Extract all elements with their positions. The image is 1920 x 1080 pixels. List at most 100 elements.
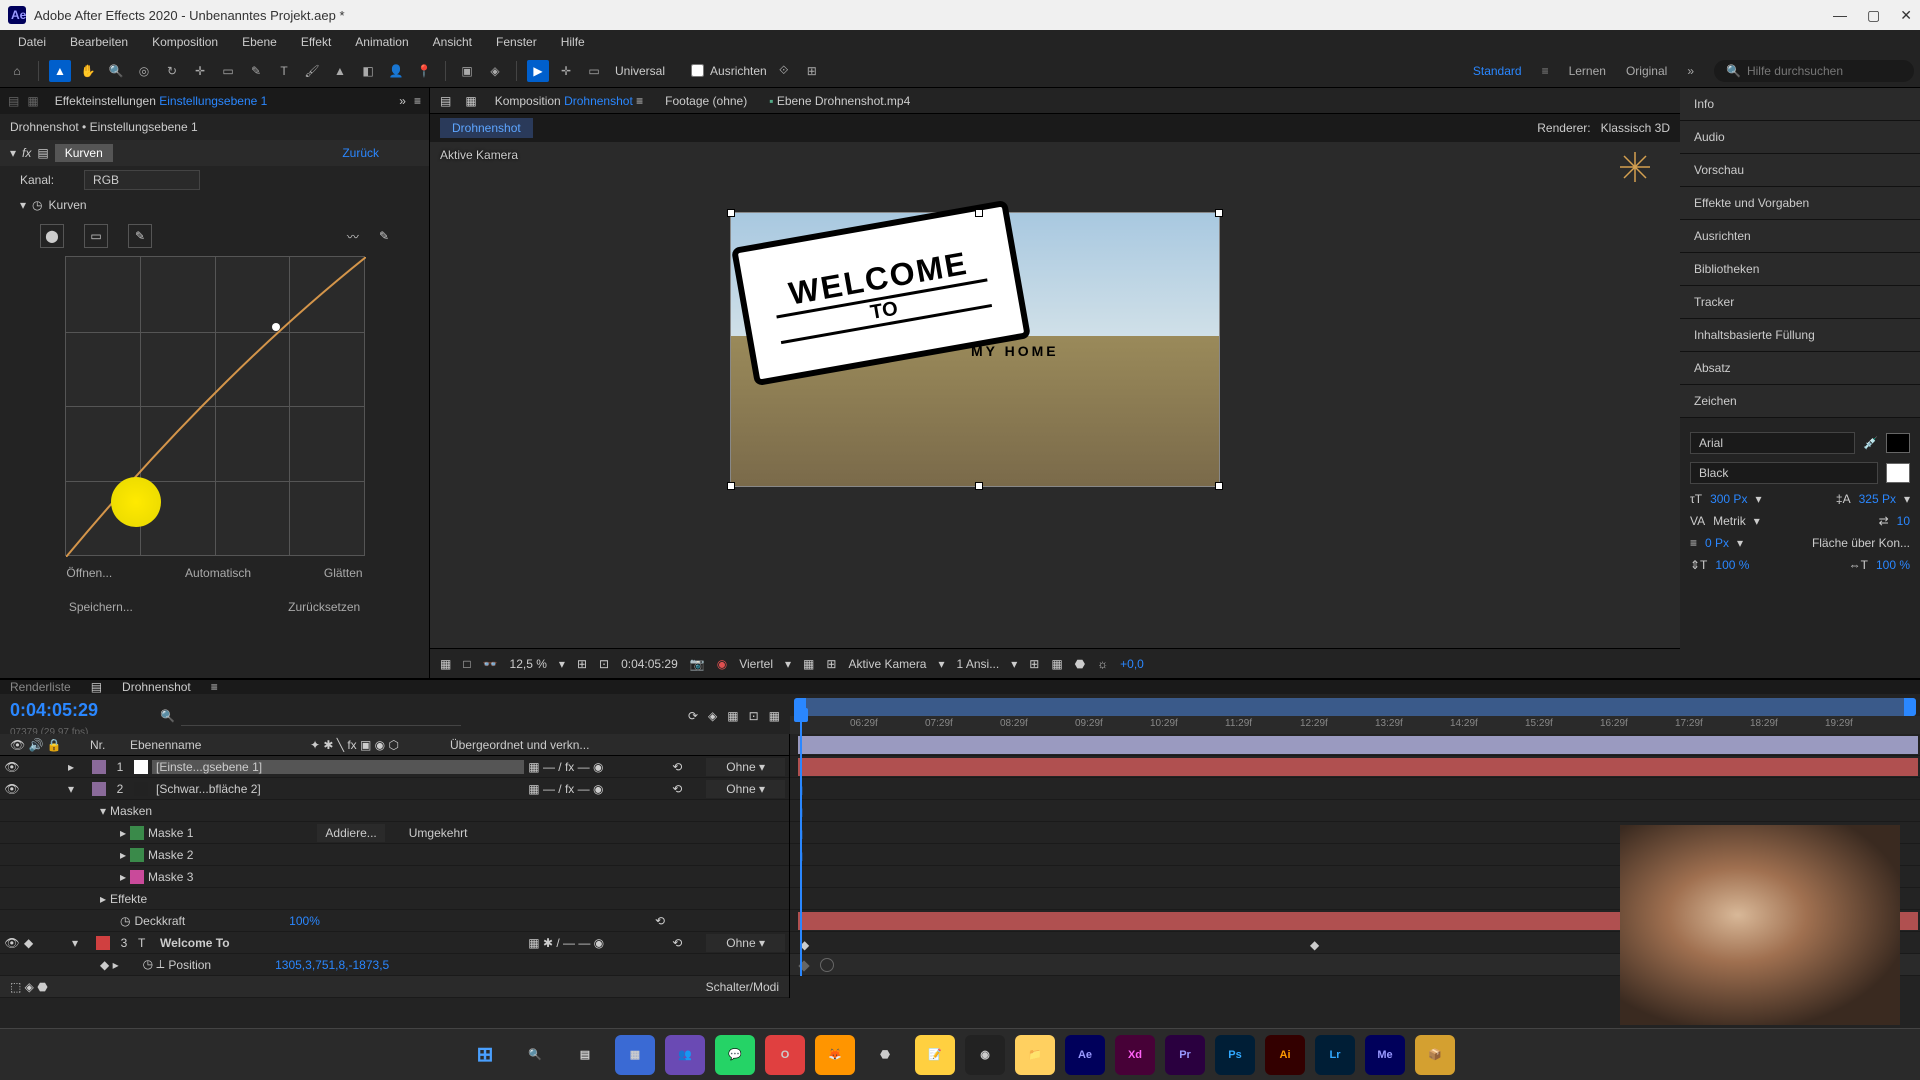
- anchor-tool[interactable]: ✛: [189, 60, 211, 82]
- pencil-icon[interactable]: ✎: [379, 229, 389, 243]
- mask-3-row[interactable]: ▸Maske 3: [0, 866, 789, 888]
- taskbar-app-obs[interactable]: ◉: [965, 1035, 1005, 1075]
- footer-icon[interactable]: ▦: [1051, 657, 1062, 671]
- font-size-value[interactable]: 300 Px: [1710, 492, 1747, 506]
- shape-tool[interactable]: ▭: [217, 60, 239, 82]
- hscale-value[interactable]: 100 %: [1876, 558, 1910, 572]
- panel-audio[interactable]: Audio: [1680, 121, 1920, 154]
- effect-reset-link[interactable]: Zurück: [342, 146, 379, 160]
- taskbar-app-ai[interactable]: Ai: [1265, 1035, 1305, 1075]
- renderer-value[interactable]: Klassisch 3D: [1601, 121, 1670, 135]
- project-tab-icon[interactable]: ▤: [8, 94, 19, 108]
- exposure-value[interactable]: +0,0: [1120, 657, 1144, 671]
- menu-ansicht[interactable]: Ansicht: [423, 33, 482, 51]
- selection-tool[interactable]: ▲: [49, 60, 71, 82]
- timeline-tab-icon[interactable]: ▤: [91, 680, 102, 694]
- switch-mode-toggle[interactable]: Schalter/Modi: [706, 980, 779, 994]
- workspace-lernen[interactable]: Lernen: [1569, 64, 1606, 78]
- panel-close-icon[interactable]: ≡: [414, 94, 421, 108]
- brush-tool[interactable]: 🖌: [301, 60, 323, 82]
- taskbar-app-opera[interactable]: O: [765, 1035, 805, 1075]
- fill-color-swatch[interactable]: [1886, 433, 1910, 453]
- menu-ebene[interactable]: Ebene: [232, 33, 287, 51]
- taskbar-app-5[interactable]: ⬣: [865, 1035, 905, 1075]
- position-value[interactable]: 1305,3,751,8,-1873,5: [275, 958, 389, 972]
- vscale-value[interactable]: 100 %: [1715, 558, 1749, 572]
- timeline-comp-tab[interactable]: Drohnenshot: [122, 680, 191, 694]
- pencil-tool-icon[interactable]: ✎: [128, 224, 152, 248]
- menu-datei[interactable]: Datei: [8, 33, 56, 51]
- visibility-icon[interactable]: 👁: [4, 936, 20, 950]
- effect-name-label[interactable]: Kurven: [55, 144, 113, 162]
- taskbar-app-9[interactable]: 📦: [1415, 1035, 1455, 1075]
- curve-edit-point[interactable]: [111, 477, 161, 527]
- layer-row-3[interactable]: 👁◆ ▾ 3 T Welcome To ▦ ✱ / — — ◉ ⟲ Ohne ▾: [0, 932, 789, 954]
- footer-icon[interactable]: ⊞: [577, 657, 587, 671]
- panel-vorschau[interactable]: Vorschau: [1680, 154, 1920, 187]
- comp-tab-icon[interactable]: ▤: [440, 94, 451, 108]
- curves-reset-button[interactable]: Zurücksetzen: [288, 600, 360, 614]
- taskbar-app-whatsapp[interactable]: 💬: [715, 1035, 755, 1075]
- resolution-dropdown[interactable]: Viertel: [739, 657, 773, 671]
- curves-save-button[interactable]: Speichern...: [69, 600, 133, 614]
- footer-icon[interactable]: 👓: [483, 657, 498, 671]
- close-button[interactable]: ✕: [1900, 7, 1912, 24]
- playhead[interactable]: [800, 716, 802, 976]
- stopwatch-icon[interactable]: ◷: [32, 198, 42, 212]
- curves-auto-button[interactable]: Automatisch: [185, 566, 251, 580]
- view-dropdown[interactable]: 1 Ansi...: [957, 657, 1000, 671]
- rotate-tool[interactable]: ↻: [161, 60, 183, 82]
- masks-group[interactable]: ▾Masken: [0, 800, 789, 822]
- start-button[interactable]: ⊞: [465, 1035, 505, 1075]
- ausrichten-checkbox[interactable]: [691, 64, 704, 77]
- eraser-tool[interactable]: ◧: [357, 60, 379, 82]
- menu-fenster[interactable]: Fenster: [486, 33, 547, 51]
- taskbar-app-pr[interactable]: Pr: [1165, 1035, 1205, 1075]
- 3d-tool-1[interactable]: ▣: [456, 60, 478, 82]
- exposure-icon[interactable]: ☼: [1097, 657, 1108, 671]
- effect-toggle-arrow[interactable]: ▾: [10, 146, 16, 160]
- puppet-tool[interactable]: 📍: [413, 60, 435, 82]
- mask-invert-label[interactable]: Umgekehrt: [409, 826, 468, 840]
- font-family-dropdown[interactable]: Arial: [1690, 432, 1855, 454]
- stroke-width-value[interactable]: 0 Px: [1705, 536, 1729, 550]
- effect-visibility-icon[interactable]: ▤: [37, 146, 48, 160]
- menu-effekt[interactable]: Effekt: [291, 33, 341, 51]
- layer-search[interactable]: [181, 706, 461, 726]
- parent-dropdown[interactable]: Ohne ▾: [706, 780, 785, 798]
- taskview-icon[interactable]: ▤: [565, 1035, 605, 1075]
- snapshot-icon[interactable]: 📷: [690, 657, 705, 671]
- tl-tool-icon[interactable]: ◈: [708, 709, 717, 723]
- track-bar-2[interactable]: [798, 758, 1918, 776]
- search-taskbar-icon[interactable]: 🔍: [515, 1035, 555, 1075]
- workspace-standard[interactable]: Standard: [1473, 64, 1522, 78]
- linear-tool-icon[interactable]: ▭: [84, 224, 108, 248]
- view-axis-tool[interactable]: ▭: [583, 60, 605, 82]
- footer-icon[interactable]: ▦: [440, 657, 451, 671]
- menu-bearbeiten[interactable]: Bearbeiten: [60, 33, 138, 51]
- panel-inhaltsfuellung[interactable]: Inhaltsbasierte Füllung: [1680, 319, 1920, 352]
- roto-tool[interactable]: 👤: [385, 60, 407, 82]
- panel-absatz[interactable]: Absatz: [1680, 352, 1920, 385]
- composition-viewport[interactable]: Aktive Kamera WELCOME TO MY HOME: [430, 142, 1680, 648]
- panel-zeichen[interactable]: Zeichen: [1680, 385, 1920, 418]
- text-tool[interactable]: T: [273, 60, 295, 82]
- footer-icon[interactable]: ⊞: [826, 657, 836, 671]
- zoom-dropdown[interactable]: 12,5 %: [510, 657, 547, 671]
- search-icon[interactable]: 🔍: [160, 709, 175, 723]
- kerning-value[interactable]: Metrik: [1713, 514, 1746, 528]
- local-axis-tool[interactable]: ▶: [527, 60, 549, 82]
- opacity-value[interactable]: 100%: [289, 914, 320, 928]
- taskbar-app-me[interactable]: Me: [1365, 1035, 1405, 1075]
- camera-dropdown[interactable]: Aktive Kamera: [848, 657, 926, 671]
- world-axis-tool[interactable]: ✛: [555, 60, 577, 82]
- channel-icon[interactable]: ◉: [717, 657, 727, 671]
- taskbar-app-firefox[interactable]: 🦊: [815, 1035, 855, 1075]
- curves-smooth-button[interactable]: Glätten: [324, 566, 363, 580]
- comp-breadcrumb[interactable]: Drohnenshot: [440, 118, 533, 138]
- smooth-tool-icon[interactable]: 〰: [347, 228, 359, 245]
- hand-tool[interactable]: ✋: [77, 60, 99, 82]
- opacity-row[interactable]: ◷Deckkraft 100% ⟲: [0, 910, 789, 932]
- workspace-more[interactable]: »: [1687, 64, 1694, 78]
- effects-group[interactable]: ▸Effekte: [0, 888, 789, 910]
